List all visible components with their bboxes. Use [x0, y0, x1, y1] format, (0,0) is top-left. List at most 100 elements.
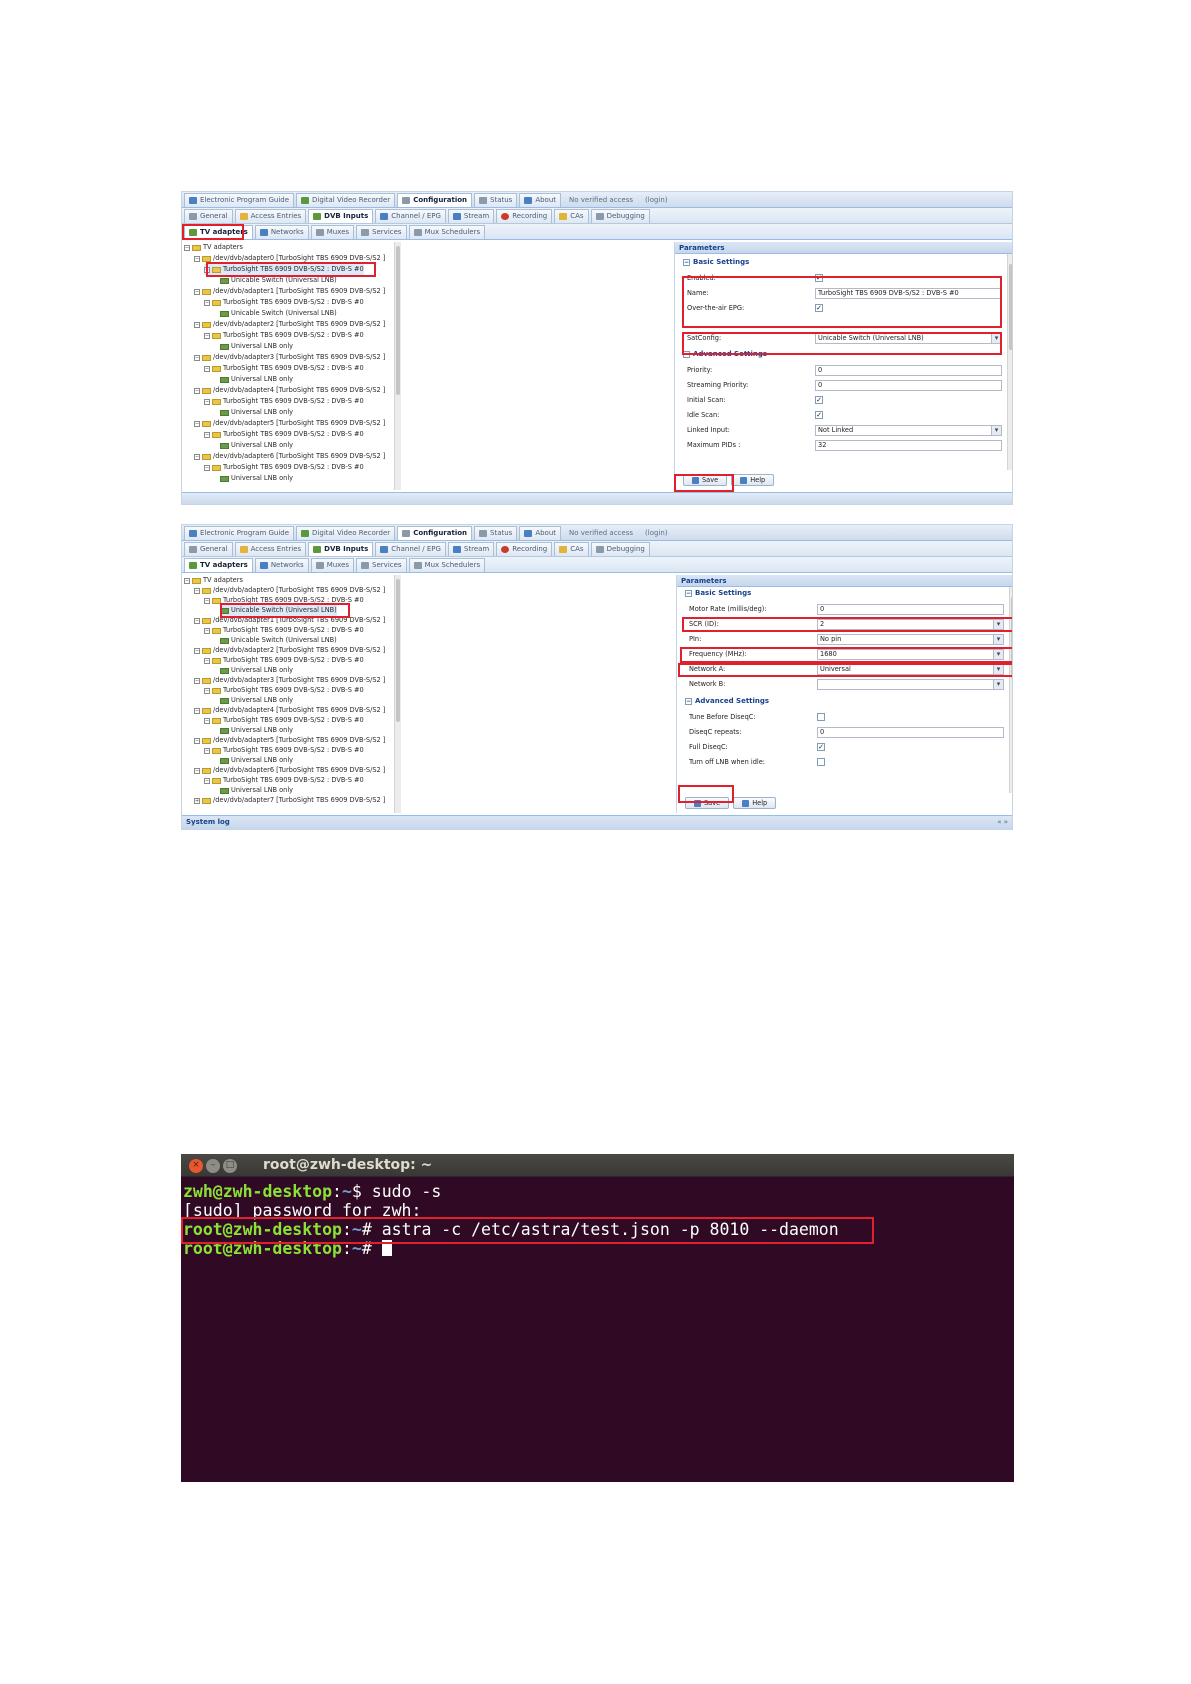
tree-lnb[interactable]: Universal LNB only — [220, 341, 293, 352]
tree-scrollbar[interactable] — [394, 575, 401, 813]
diseqc-repeats-field[interactable]: 0 — [817, 726, 1004, 738]
satconfig-select[interactable]: Unicable Switch (Universal LNB) — [815, 332, 1002, 344]
scroll-thumb[interactable] — [396, 246, 400, 395]
tree-lnb[interactable]: Universal LNB only — [220, 473, 293, 484]
initial-scan-checkbox[interactable]: ✓ — [815, 396, 823, 404]
collapse-icon[interactable]: − — [194, 354, 200, 361]
tab-access-entries[interactable]: Access Entries — [234, 541, 307, 556]
tree-frontend[interactable]: − TurboSight TBS 6909 DVB-S/S2 : DVB-S #0 — [204, 462, 364, 473]
collapse-icon[interactable]: − — [204, 597, 210, 604]
close-icon[interactable]: × — [189, 1159, 203, 1173]
advanced-settings-section[interactable]: − Advanced Settings — [683, 350, 767, 358]
pin-select[interactable]: No pin — [817, 633, 1004, 645]
tree-frontend[interactable]: − TurboSight TBS 6909 DVB-S/S2 : DVB-S #0 — [204, 330, 364, 341]
full-diseqc-checkbox[interactable]: ✓ — [817, 743, 825, 751]
collapse-icon[interactable]: − — [204, 747, 210, 754]
collapse-icon[interactable]: − — [194, 587, 200, 594]
basic-settings-section[interactable]: − Basic Settings — [685, 589, 751, 597]
collapse-icon[interactable]: − — [194, 767, 200, 774]
priority-field[interactable]: 0 — [815, 364, 1002, 376]
tree-adapter[interactable]: −/dev/dvb/adapter0 [TurboSight TBS 6909 … — [194, 253, 385, 264]
collapse-icon[interactable]: − — [194, 420, 200, 427]
tab-muxes[interactable]: Muxes — [310, 224, 355, 239]
collapse-icon[interactable]: − — [194, 737, 200, 744]
tab-dvb-inputs[interactable]: DVB Inputs — [308, 541, 374, 556]
collapse-icon[interactable]: − — [194, 453, 200, 460]
expand-icon[interactable]: + — [194, 797, 200, 804]
tree-adapter[interactable]: −/dev/dvb/adapter2 [TurboSight TBS 6909 … — [194, 319, 385, 330]
tab-debugging[interactable]: Debugging — [590, 541, 650, 556]
tree-adapter[interactable]: −/dev/dvb/adapter6 [TurboSight TBS 6909 … — [194, 451, 385, 462]
tab-channel-epg[interactable]: Channel / EPG — [375, 208, 446, 223]
collapse-icon[interactable]: − — [194, 321, 200, 328]
tab-dvr[interactable]: Digital Video Recorder — [296, 192, 396, 207]
tree-frontend[interactable]: − TurboSight TBS 6909 DVB-S/S2 : DVB-S #0 — [204, 264, 364, 275]
tab-debugging[interactable]: Debugging — [590, 208, 650, 223]
save-button[interactable]: Save — [683, 474, 728, 486]
tree-lnb[interactable]: Universal LNB only — [220, 407, 293, 418]
collapse-icon[interactable]: − — [204, 299, 210, 306]
motor-rate-field[interactable]: 0 — [817, 603, 1004, 615]
collapse-icon[interactable]: − — [204, 687, 210, 694]
basic-settings-section[interactable]: − Basic Settings — [683, 258, 749, 266]
tab-services[interactable]: Services — [356, 224, 407, 239]
scr-id-select[interactable]: 2 — [817, 618, 1004, 630]
name-field[interactable]: TurboSight TBS 6909 DVB-S/S2 : DVB-S #0 — [815, 287, 1002, 299]
network-b-select[interactable] — [817, 678, 1004, 690]
login-link[interactable]: (login) — [639, 196, 674, 204]
collapse-icon[interactable]: − — [204, 332, 210, 339]
tab-dvr[interactable]: Digital Video Recorder — [296, 525, 396, 540]
tab-stream[interactable]: Stream — [447, 541, 495, 556]
tab-networks[interactable]: Networks — [254, 224, 309, 239]
tab-recording[interactable]: Recording — [496, 541, 553, 556]
scroll-thumb[interactable] — [396, 579, 400, 722]
tree-scrollbar[interactable] — [394, 242, 401, 490]
tree-lnb[interactable]: Universal LNB only — [220, 374, 293, 385]
collapse-icon[interactable]: − — [204, 431, 210, 438]
tab-about[interactable]: About — [519, 192, 562, 207]
tab-general[interactable]: General — [184, 541, 233, 556]
collapse-icon[interactable]: − — [194, 288, 200, 295]
tab-tv-adapters[interactable]: TV adapters — [184, 224, 253, 239]
tree-frontend[interactable]: − TurboSight TBS 6909 DVB-S/S2 : DVB-S #0 — [204, 363, 364, 374]
scroll-thumb[interactable] — [1011, 597, 1012, 680]
tab-configuration[interactable]: Configuration — [397, 192, 473, 207]
tab-channel-epg[interactable]: Channel / EPG — [375, 541, 446, 556]
collapse-icon[interactable]: − — [204, 627, 210, 634]
help-button[interactable]: Help — [733, 797, 777, 809]
collapse-icon[interactable]: − — [194, 617, 200, 624]
tree-adapter[interactable]: −/dev/dvb/adapter1 [TurboSight TBS 6909 … — [194, 286, 385, 297]
tree-adapter[interactable]: +/dev/dvb/adapter7 [TurboSight TBS 6909 … — [194, 795, 385, 806]
maximize-icon[interactable]: □ — [223, 1159, 237, 1173]
collapse-icon[interactable]: − — [194, 707, 200, 714]
network-a-select[interactable]: Universal — [817, 663, 1004, 675]
collapse-icon[interactable]: − — [184, 577, 190, 584]
collapse-icon[interactable]: − — [204, 398, 210, 405]
tab-stream[interactable]: Stream — [447, 208, 495, 223]
tab-recording[interactable]: Recording — [496, 208, 553, 223]
login-link[interactable]: (login) — [639, 529, 674, 537]
tab-status[interactable]: Status — [474, 525, 518, 540]
tab-cas[interactable]: CAs — [554, 541, 589, 556]
streaming-priority-field[interactable]: 0 — [815, 379, 1002, 391]
tab-cas[interactable]: CAs — [554, 208, 589, 223]
collapse-icon[interactable]: − — [204, 464, 210, 471]
collapse-icon[interactable]: − — [685, 697, 692, 705]
tree-adapter[interactable]: −/dev/dvb/adapter4 [TurboSight TBS 6909 … — [194, 385, 385, 396]
tab-muxes[interactable]: Muxes — [310, 557, 355, 572]
tree-lnb[interactable]: Unicable Switch (Universal LNB) — [220, 275, 337, 286]
frequency-select[interactable]: 1680 — [817, 648, 1004, 660]
enabled-checkbox[interactable]: ✓ — [815, 274, 823, 282]
params-scrollbar[interactable] — [1009, 587, 1012, 793]
tree-lnb[interactable]: Universal LNB only — [220, 440, 293, 451]
collapse-icon[interactable]: − — [194, 677, 200, 684]
ota-epg-checkbox[interactable]: ✓ — [815, 304, 823, 312]
tab-mux-schedulers[interactable]: Mux Schedulers — [408, 557, 486, 572]
tree-adapter[interactable]: −/dev/dvb/adapter3 [TurboSight TBS 6909 … — [194, 352, 385, 363]
tree-frontend[interactable]: − TurboSight TBS 6909 DVB-S/S2 : DVB-S #0 — [204, 297, 364, 308]
max-pids-field[interactable]: 32 — [815, 439, 1002, 451]
idle-scan-checkbox[interactable]: ✓ — [815, 411, 823, 419]
tree-lnb[interactable]: Unicable Switch (Universal LNB) — [220, 308, 337, 319]
advanced-settings-section[interactable]: − Advanced Settings — [685, 697, 769, 705]
tab-mux-schedulers[interactable]: Mux Schedulers — [408, 224, 486, 239]
